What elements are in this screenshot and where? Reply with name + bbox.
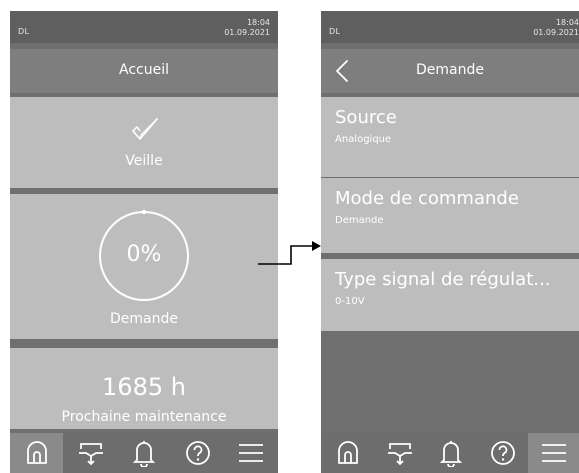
- bell-icon: [132, 441, 155, 467]
- bottom-nav: [10, 433, 278, 473]
- item-title: Source: [335, 107, 397, 128]
- humidifier-icon: [78, 443, 103, 466]
- humidifier-icon: [387, 443, 412, 466]
- nav-help[interactable]: [171, 433, 224, 473]
- time-text: 18:04: [555, 18, 579, 27]
- demand-card[interactable]: 0% Demande: [10, 194, 278, 339]
- nav-menu[interactable]: [528, 433, 579, 473]
- item-value: 0-10V: [335, 296, 365, 307]
- nav-alarms[interactable]: [117, 433, 170, 473]
- item-title: Mode de commande: [335, 188, 519, 209]
- home-icon: [26, 441, 47, 464]
- maintenance-card[interactable]: 1685 h Prochaine maintenance: [10, 348, 278, 429]
- standby-label: Veille: [125, 153, 163, 169]
- item-value: Analogique: [335, 134, 392, 145]
- bell-icon: [439, 441, 462, 467]
- menu-icon: [238, 444, 263, 462]
- nav-menu[interactable]: [224, 433, 277, 473]
- page-title: Demande: [416, 62, 484, 78]
- status-bar: DL 18:04 01.09.2021: [321, 11, 579, 43]
- page-root: DL 18:04 01.09.2021 Accueil Veille 0% De: [0, 0, 579, 473]
- nav-alarms[interactable]: [424, 433, 477, 473]
- demand-screen: DL 18:04 01.09.2021 Demande Source Analo…: [321, 11, 579, 473]
- maintenance-hours: 1685 h: [102, 373, 186, 401]
- status-bar: DL 18:04 01.09.2021: [10, 11, 278, 43]
- help-icon: [185, 441, 210, 465]
- list-item-signal-type[interactable]: Type signal de régulat... 0-10V: [321, 259, 579, 331]
- date-text: 01.09.2021: [533, 28, 579, 37]
- nav-humidifier[interactable]: [373, 433, 426, 473]
- clock: 18:04 01.09.2021: [224, 18, 270, 38]
- time-text: 18:04: [246, 18, 270, 27]
- checkmark-icon: [132, 118, 158, 140]
- demand-label: Demande: [110, 311, 178, 327]
- help-icon: [490, 441, 515, 465]
- language-indicator: DL: [18, 27, 30, 36]
- nav-home[interactable]: [321, 433, 374, 473]
- home-screen: DL 18:04 01.09.2021 Accueil Veille 0% De: [10, 11, 278, 473]
- menu-icon: [541, 444, 566, 462]
- home-icon: [337, 441, 358, 464]
- nav-help[interactable]: [476, 433, 529, 473]
- list-item-control-mode[interactable]: Mode de commande Demande: [321, 178, 579, 253]
- nav-home[interactable]: [10, 433, 63, 473]
- title-bar: Accueil: [10, 49, 278, 93]
- status-card[interactable]: Veille: [10, 97, 278, 188]
- flow-arrow: [258, 241, 321, 265]
- item-title: Type signal de régulat...: [335, 269, 551, 290]
- nav-humidifier[interactable]: [64, 433, 117, 473]
- page-title: Accueil: [119, 62, 169, 78]
- maintenance-label: Prochaine maintenance: [61, 409, 227, 425]
- demand-value: 0%: [126, 242, 162, 267]
- title-bar: Demande: [321, 49, 579, 93]
- bottom-nav: [321, 433, 579, 473]
- language-indicator: DL: [329, 27, 341, 36]
- date-text: 01.09.2021: [224, 28, 270, 37]
- clock: 18:04 01.09.2021: [533, 18, 579, 38]
- item-value: Demande: [335, 215, 384, 226]
- list-item-source[interactable]: Source Analogique: [321, 97, 579, 177]
